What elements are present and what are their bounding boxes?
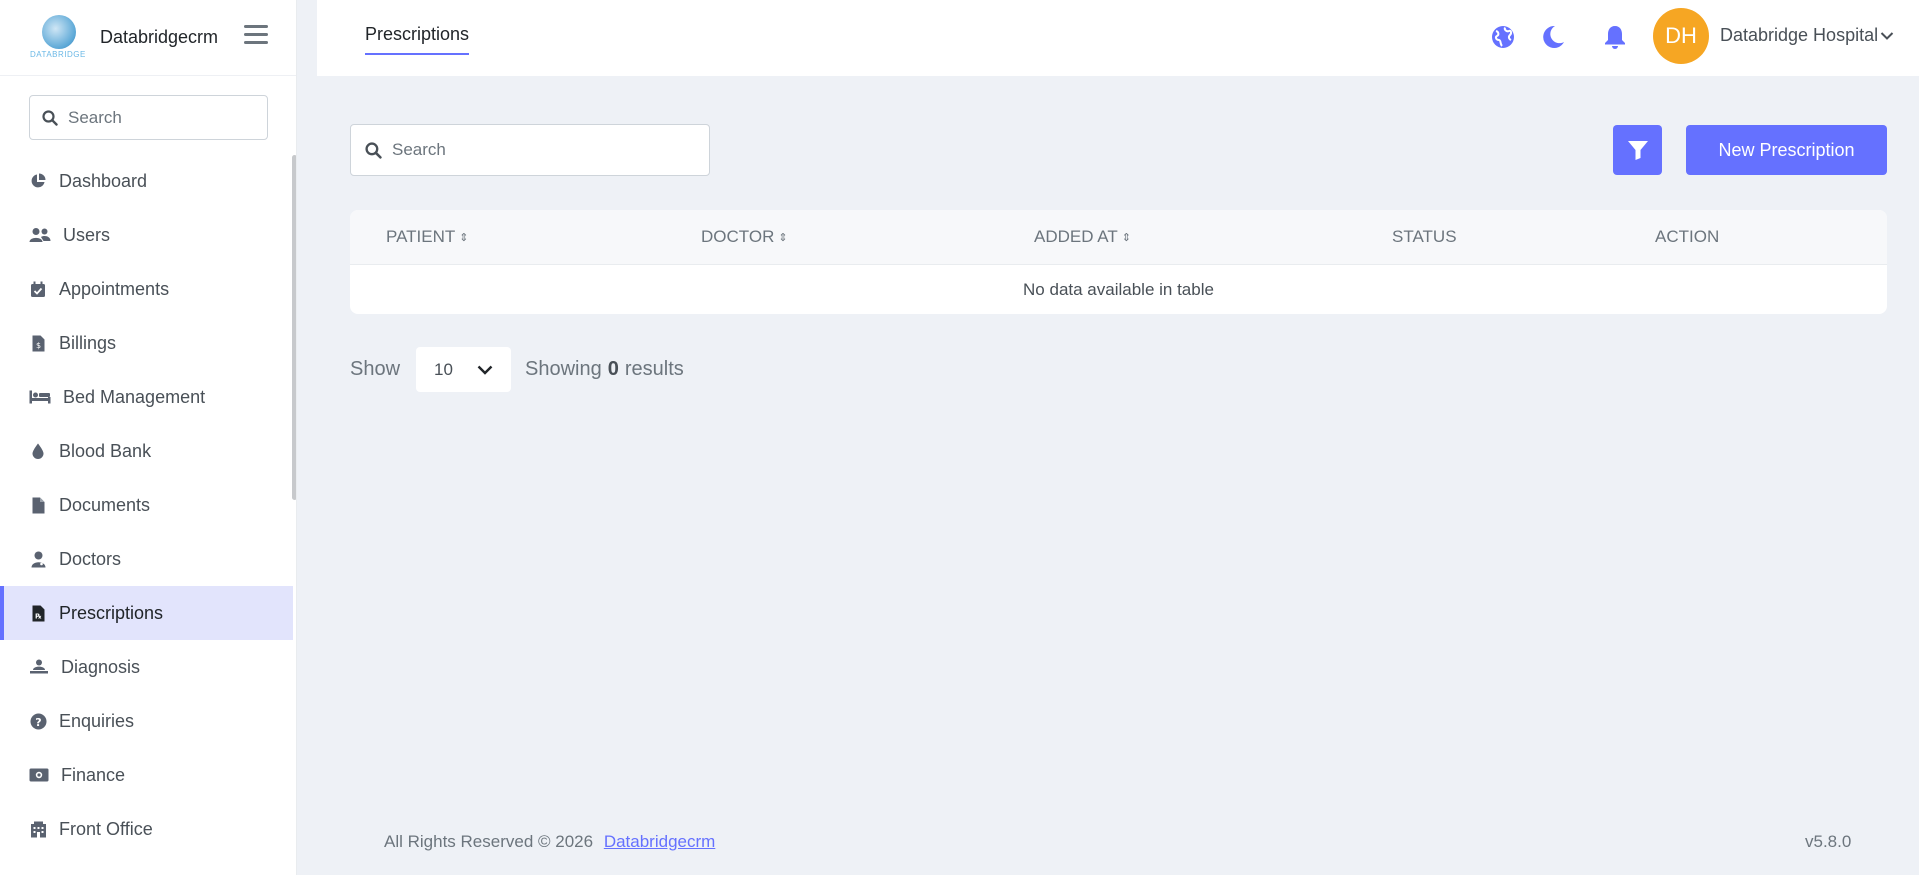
sidebar: DATABRIDGE Databridgecrm Dashboard Users… [0, 0, 297, 875]
sidebar-item-label: Appointments [59, 278, 170, 299]
sidebar-item-label: Users [63, 224, 111, 245]
sidebar-item-label: Documents [59, 494, 151, 515]
column-header-patient[interactable]: PATIENT ⇕ [386, 227, 468, 247]
filter-icon [1627, 141, 1648, 160]
logo-globe [42, 14, 76, 49]
document-icon [29, 496, 47, 514]
brand-name: Databridgecrm [100, 27, 219, 47]
sidebar-item-label: Front Office [59, 818, 153, 839]
showing-suffix: results [624, 358, 684, 380]
column-label: DOCTOR [701, 227, 775, 246]
sidebar-item-label: Blood Bank [59, 440, 152, 461]
sidebar-item-documents[interactable]: Documents [0, 478, 293, 532]
copyright-text: All Rights Reserved © 2026 [384, 832, 594, 851]
showing-prefix: Showing [525, 358, 602, 380]
results-count: 0 [607, 358, 619, 380]
search-icon [42, 109, 58, 126]
pagination: Show 10 Showing 0 results [350, 347, 684, 392]
footer-link[interactable]: Databridgecrm [604, 832, 716, 851]
empty-table-message: No data available in table [1023, 279, 1214, 299]
calendar-check-icon [29, 280, 47, 298]
moon-icon[interactable] [1540, 24, 1566, 50]
column-header-status: STATUS [1392, 227, 1457, 247]
sort-icon: ⇕ [459, 231, 469, 244]
sidebar-search [29, 95, 268, 140]
top-header: Prescriptions DH Databridge Hospital [317, 0, 1919, 76]
table-header: PATIENT ⇕ DOCTOR ⇕ ADDED AT ⇕ STATUS ACT… [350, 210, 1887, 265]
sidebar-item-label: Doctors [59, 548, 122, 569]
sidebar-item-label: Diagnosis [61, 656, 141, 677]
tab-prescriptions[interactable]: Prescriptions [365, 24, 470, 55]
avatar[interactable]: DH [1653, 8, 1709, 64]
hamburger-menu-icon[interactable] [244, 25, 268, 47]
sidebar-menu: Dashboard Users Appointments $ Billings … [0, 154, 293, 856]
column-label: ADDED AT [1034, 227, 1118, 246]
page-size-select[interactable]: 10 [416, 347, 512, 392]
column-label: ACTION [1655, 227, 1720, 246]
sidebar-item-label: Enquiries [59, 710, 135, 731]
table-search [350, 124, 710, 176]
sort-icon: ⇕ [1121, 231, 1131, 244]
sidebar-item-prescriptions[interactable]: ℞ Prescriptions [0, 586, 293, 640]
new-prescription-button[interactable]: New Prescription [1686, 125, 1887, 175]
users-icon [29, 226, 51, 244]
sidebar-item-label: Prescriptions [59, 602, 164, 623]
sidebar-item-users[interactable]: Users [0, 208, 293, 262]
filter-button[interactable] [1613, 125, 1662, 175]
sidebar-item-appointments[interactable]: Appointments [0, 262, 293, 316]
bell-icon[interactable] [1602, 24, 1628, 50]
chevron-down-icon [477, 365, 493, 375]
sidebar-item-dashboard[interactable]: Dashboard [0, 154, 293, 208]
search-icon [365, 141, 382, 159]
sidebar-item-label: Dashboard [59, 170, 148, 191]
sidebar-item-doctors[interactable]: Doctors [0, 532, 293, 586]
prescriptions-table: PATIENT ⇕ DOCTOR ⇕ ADDED AT ⇕ STATUS ACT… [350, 210, 1887, 314]
bed-icon [29, 388, 51, 406]
page-size-value: 10 [434, 359, 453, 379]
diagnosis-icon [29, 658, 49, 676]
sidebar-item-label: Bed Management [63, 386, 206, 407]
user-menu[interactable]: Databridge Hospital [1720, 25, 1894, 46]
sidebar-item-front-office[interactable]: Front Office [0, 802, 293, 856]
column-header-doctor[interactable]: DOCTOR ⇕ [701, 227, 788, 247]
chevron-down-icon [1880, 31, 1894, 40]
sidebar-item-bed-management[interactable]: Bed Management [0, 370, 293, 424]
sidebar-item-label: Billings [59, 332, 117, 353]
logo[interactable]: DATABRIDGE [28, 13, 88, 63]
sidebar-item-enquiries[interactable]: ? Enquiries [0, 694, 293, 748]
sidebar-item-blood-bank[interactable]: Blood Bank [0, 424, 293, 478]
column-label: PATIENT [386, 227, 456, 246]
footer: All Rights Reserved © 2026 Databridgecrm [384, 832, 715, 852]
sidebar-item-finance[interactable]: Finance [0, 748, 293, 802]
column-header-added-at[interactable]: ADDED AT ⇕ [1034, 227, 1131, 247]
sidebar-item-billings[interactable]: $ Billings [0, 316, 293, 370]
globe-icon[interactable] [1490, 24, 1516, 50]
prescription-icon: ℞ [29, 604, 47, 622]
invoice-icon: $ [29, 334, 47, 352]
column-header-action: ACTION [1655, 227, 1719, 247]
svg-text:$: $ [35, 341, 40, 350]
blood-drop-icon [29, 442, 47, 460]
svg-text:?: ? [35, 716, 41, 729]
logo-text: DATABRIDGE [30, 49, 86, 59]
sidebar-item-diagnosis[interactable]: Diagnosis [0, 640, 293, 694]
sidebar-search-input[interactable] [68, 107, 258, 128]
column-label: STATUS [1392, 227, 1457, 246]
svg-text:℞: ℞ [35, 612, 41, 620]
search-input[interactable] [392, 140, 692, 160]
sidebar-item-label: Finance [61, 764, 126, 785]
question-circle-icon: ? [29, 712, 47, 730]
building-icon [29, 820, 47, 838]
money-icon [29, 766, 49, 784]
sort-icon: ⇕ [778, 231, 788, 244]
brand: DATABRIDGE Databridgecrm [0, 0, 296, 76]
doctor-icon [29, 550, 47, 568]
show-label: Show [350, 358, 401, 380]
user-name: Databridge Hospital [1720, 25, 1879, 45]
version-label: v5.8.0 [1805, 832, 1852, 851]
pie-chart-icon [29, 172, 47, 190]
